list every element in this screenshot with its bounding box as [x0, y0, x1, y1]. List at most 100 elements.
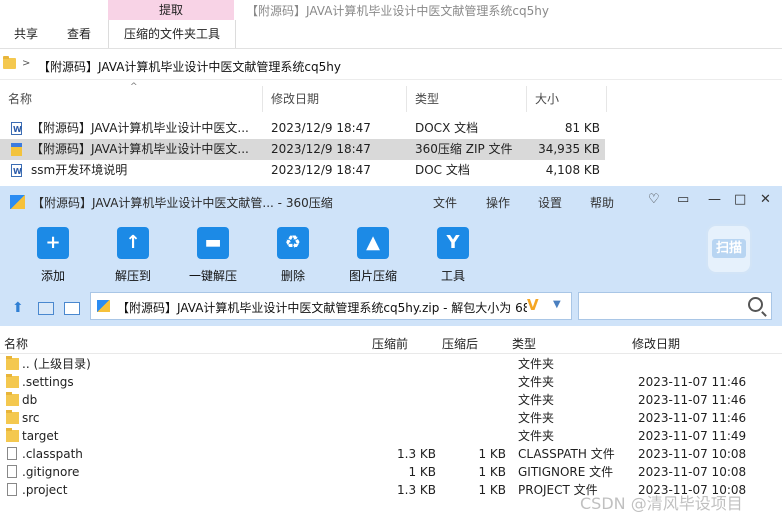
archive-item-type: 文件夹 — [518, 357, 555, 371]
archive-item-type: 文件夹 — [518, 393, 555, 407]
archive-item-name: .. (上级目录) — [22, 357, 91, 371]
column-type[interactable]: 类型 — [512, 335, 536, 352]
context-tab-extract[interactable]: 提取 — [108, 0, 234, 20]
list-view-icon[interactable] — [64, 302, 80, 315]
column-name[interactable]: 名称 — [0, 86, 263, 112]
search-input[interactable] — [578, 292, 772, 320]
feedback-icon[interactable]: ▭ — [677, 192, 689, 207]
archive-row[interactable]: .gitignore 1 KB 1 KB GITIGNORE 文件 2023-11-07… — [0, 463, 782, 481]
tool-tools-button[interactable]: Y 工具 — [420, 227, 486, 284]
archive-item-name: .project — [22, 483, 68, 497]
archive-column-header: 名称 压缩前 压缩后 类型 修改日期 — [0, 331, 782, 354]
view-mode-icon[interactable] — [38, 302, 54, 315]
zip360-app-icon — [10, 195, 25, 209]
column-modified-date[interactable]: 修改日期 — [263, 86, 407, 112]
chevron-down-icon[interactable]: ▼ — [553, 299, 561, 310]
column-after[interactable]: 压缩后 — [442, 335, 478, 352]
minimize-icon[interactable]: — — [708, 192, 721, 207]
extract-to-icon: ↑ — [117, 227, 149, 259]
menu-help[interactable]: 帮助 — [590, 194, 614, 211]
file-date: 2023/12/9 18:47 — [271, 121, 371, 135]
tool-delete-button[interactable]: ♻ 删除 — [260, 227, 326, 284]
scan-button[interactable]: 扫描 — [694, 224, 764, 278]
explorer-file-row[interactable]: 【附源码】JAVA计算机毕业设计中医文... 2023/12/9 18:47 D… — [0, 118, 605, 140]
column-size[interactable]: 大小 — [527, 86, 607, 112]
archive-row[interactable]: .settings 文件夹 2023-11-07 11:46 — [0, 373, 782, 391]
file-name: 【附源码】JAVA计算机毕业设计中医文... — [31, 142, 249, 156]
scan-label: 扫描 — [711, 239, 746, 258]
archive-row[interactable]: db 文件夹 2023-11-07 11:46 — [0, 391, 782, 409]
archive-item-type: CLASSPATH 文件 — [518, 447, 615, 461]
add-icon: + — [37, 227, 69, 259]
tab-view[interactable]: 查看 — [67, 20, 91, 48]
file-size: 4,108 KB — [545, 163, 600, 177]
zip-icon — [97, 300, 110, 312]
explorer-file-row[interactable]: ssm开发环境说明 2023/12/9 18:47 DOC 文档 4,108 K… — [0, 160, 605, 182]
tool-label: 删除 — [280, 269, 305, 283]
archive-row[interactable]: .. (上级目录) 文件夹 — [0, 355, 782, 373]
archive-item-type: 文件夹 — [518, 429, 555, 443]
menu-settings[interactable]: 设置 — [538, 194, 562, 211]
skin-icon[interactable]: ♡ — [648, 192, 660, 207]
column-type[interactable]: 类型 — [407, 86, 527, 112]
archive-item-name: .gitignore — [22, 465, 80, 479]
scan-shield-icon: 扫描 — [706, 224, 752, 274]
archive-item-type: 文件夹 — [518, 375, 555, 389]
explorer-file-row-selected[interactable]: 【附源码】JAVA计算机毕业设计中医文... 2023/12/9 18:47 3… — [0, 139, 605, 160]
address-path[interactable]: 【附源码】JAVA计算机毕业设计中医文献管理系统cq5hy — [38, 58, 341, 75]
archive-item-after: 1 KB — [478, 447, 506, 461]
archive-item-date: 2023-11-07 11:46 — [638, 411, 747, 425]
archive-item-type: 文件夹 — [518, 411, 555, 425]
verified-check-icon: V — [527, 296, 539, 314]
archive-path-bar[interactable]: 【附源码】JAVA计算机毕业设计中医文献管理系统cq5hy.zip - 解包大小… — [90, 292, 572, 320]
tool-label: 图片压缩 — [348, 269, 397, 283]
menu-operate[interactable]: 操作 — [486, 194, 510, 211]
file-icon — [7, 465, 17, 478]
close-icon[interactable]: ✕ — [760, 192, 771, 207]
archive-item-type: GITIGNORE 文件 — [518, 465, 614, 479]
window-title: 【附源码】JAVA计算机毕业设计中医文献管理系统cq5hy — [246, 4, 549, 18]
archive-item-name: db — [22, 393, 38, 407]
archive-item-name: src — [22, 411, 40, 425]
explorer-column-header: 名称 修改日期 类型 大小 — [0, 86, 782, 112]
archive-row[interactable]: target 文件夹 2023-11-07 11:49 — [0, 427, 782, 445]
archive-row[interactable]: src 文件夹 2023-11-07 11:46 — [0, 409, 782, 427]
tool-add-button[interactable]: + 添加 — [20, 227, 86, 284]
word-icon — [11, 161, 22, 182]
file-icon — [7, 447, 17, 460]
archive-item-date: 2023-11-07 10:08 — [638, 465, 747, 479]
tool-label: 添加 — [40, 269, 65, 283]
tool-one-click-extract-button[interactable]: ▬ 一键解压 — [180, 227, 246, 284]
tool-extract-to-button[interactable]: ↑ 解压到 — [100, 227, 166, 284]
archive-item-date: 2023-11-07 10:08 — [638, 447, 747, 461]
word-icon — [11, 119, 22, 140]
column-name[interactable]: 名称 — [4, 335, 28, 352]
archive-item-after: 1 KB — [478, 483, 506, 497]
column-modified-date[interactable]: 修改日期 — [632, 335, 680, 352]
file-type: 360压缩 ZIP 文件 — [415, 142, 513, 156]
file-size: 81 KB — [564, 121, 600, 135]
delete-icon: ♻ — [277, 227, 309, 259]
archive-path-text: 【附源码】JAVA计算机毕业设计中医文献管理系统cq5hy.zip - 解包大小… — [117, 301, 527, 315]
file-type: DOCX 文档 — [415, 121, 479, 135]
image-compress-icon: ▲ — [357, 227, 389, 259]
maximize-icon[interactable]: □ — [734, 192, 746, 207]
chevron-right-icon[interactable]: > — [22, 58, 30, 69]
file-name: 【附源码】JAVA计算机毕业设计中医文... — [31, 121, 249, 135]
watermark: CSDN @清风毕设项目 — [580, 494, 743, 513]
archive-item-date: 2023-11-07 11:49 — [638, 429, 747, 443]
tab-compressed-folder-tools[interactable]: 压缩的文件夹工具 — [108, 20, 236, 48]
tool-image-compress-button[interactable]: ▲ 图片压缩 — [340, 227, 406, 284]
column-before[interactable]: 压缩前 — [372, 335, 408, 352]
archive-item-before: 1 KB — [408, 465, 436, 479]
tab-share[interactable]: 共享 — [14, 20, 38, 48]
archive-row[interactable]: .classpath 1.3 KB 1 KB CLASSPATH 文件 2023-11-… — [0, 445, 782, 463]
search-icon[interactable] — [748, 297, 763, 312]
ribbon-tabs: 共享 查看 压缩的文件夹工具 — [0, 20, 782, 49]
file-type: DOC 文档 — [415, 163, 470, 177]
archive-item-name: .settings — [22, 375, 74, 389]
file-icon — [7, 483, 17, 496]
up-arrow-icon[interactable]: ⬆ — [12, 300, 24, 316]
menu-file[interactable]: 文件 — [433, 194, 457, 211]
archive-item-name: target — [22, 429, 59, 443]
